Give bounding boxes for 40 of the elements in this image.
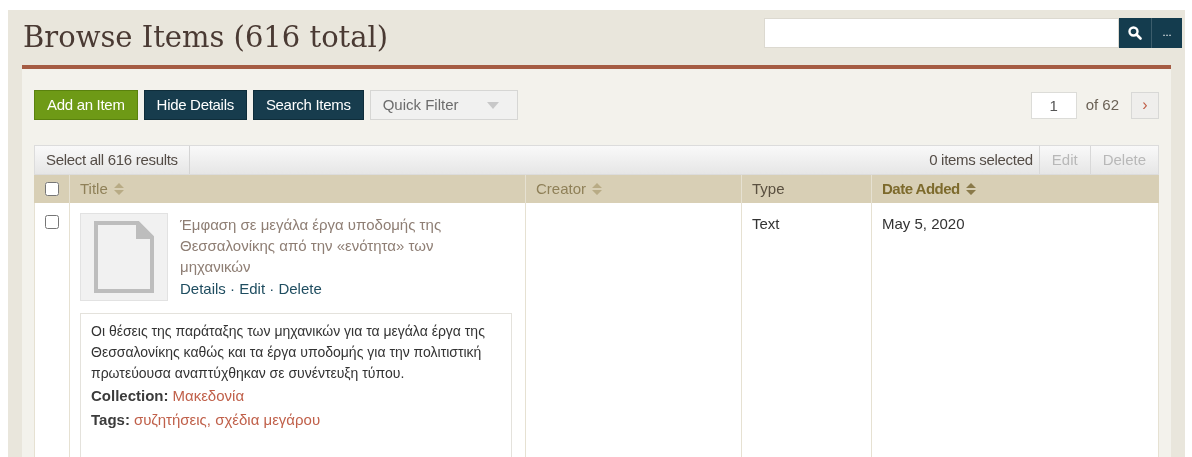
tag-separator: , [206, 411, 212, 428]
tag-link[interactable]: συζητήσεις [133, 411, 207, 428]
more-options-button[interactable]: ... [1151, 17, 1182, 48]
page-title: Browse Items (616 total) [23, 23, 389, 52]
page-count: of 62 [1085, 94, 1119, 115]
sort-icon [113, 183, 124, 195]
type-cell: Text [752, 215, 780, 232]
search-icon [1128, 25, 1142, 40]
next-page-button[interactable]: › [1131, 91, 1159, 119]
action-button[interactable]: Hide Details [143, 90, 247, 120]
item-description: Οι θέσεις της παράταξης των μηχανικών για τα μεγάλα έργα της Θεσσαλονίκης καθώς και τα έργα υποδομής για την πολιτιστική πρωτεύουσα αναπτύχθηκαν σε συνέντευξη τύπου. [91, 322, 486, 383]
quick-filter-dropdown[interactable]: Quick Filter [369, 90, 518, 120]
item-action-link[interactable]: Details [180, 280, 226, 297]
item-action-link[interactable]: Delete [278, 280, 322, 297]
tags-label: Tags: [91, 411, 130, 428]
separator-dot: · [229, 280, 237, 297]
search-field[interactable] [764, 17, 1119, 48]
column-header[interactable]: Title [80, 177, 124, 201]
collection-link[interactable]: Μακεδονία [172, 387, 245, 404]
tag-link[interactable]: σχέδια μεγάρου [215, 411, 321, 428]
row-checkbox[interactable] [45, 215, 59, 229]
column-header[interactable]: Type [752, 177, 785, 201]
document-icon [94, 221, 154, 293]
select-all-button[interactable]: Select all 616 results [35, 146, 190, 174]
collection-label: Collection: [91, 387, 169, 404]
column-header[interactable]: Date Added [882, 177, 976, 201]
select-all-checkbox[interactable] [44, 182, 59, 196]
item-action-link[interactable]: Edit [239, 280, 266, 297]
column-header[interactable]: Creator [536, 177, 603, 201]
date-added-cell: May 5, 2020 [882, 215, 965, 232]
separator-dot: · [268, 280, 276, 297]
sort-icon [592, 183, 603, 195]
item-title-link[interactable]: Έμφαση σε μεγάλα έργα υποδομής της Θεσσαλονίκης από την «ενότητα» των μηχανικών [180, 214, 470, 277]
page-number-field[interactable]: 1 [1030, 91, 1077, 119]
action-button[interactable]: Search Items [252, 90, 364, 120]
action-button[interactable]: Add an Item [34, 90, 138, 120]
sort-icon [965, 183, 976, 195]
search-button[interactable] [1119, 17, 1151, 48]
selection-count: 0 items selected [929, 149, 1033, 170]
caret-icon [486, 101, 499, 109]
